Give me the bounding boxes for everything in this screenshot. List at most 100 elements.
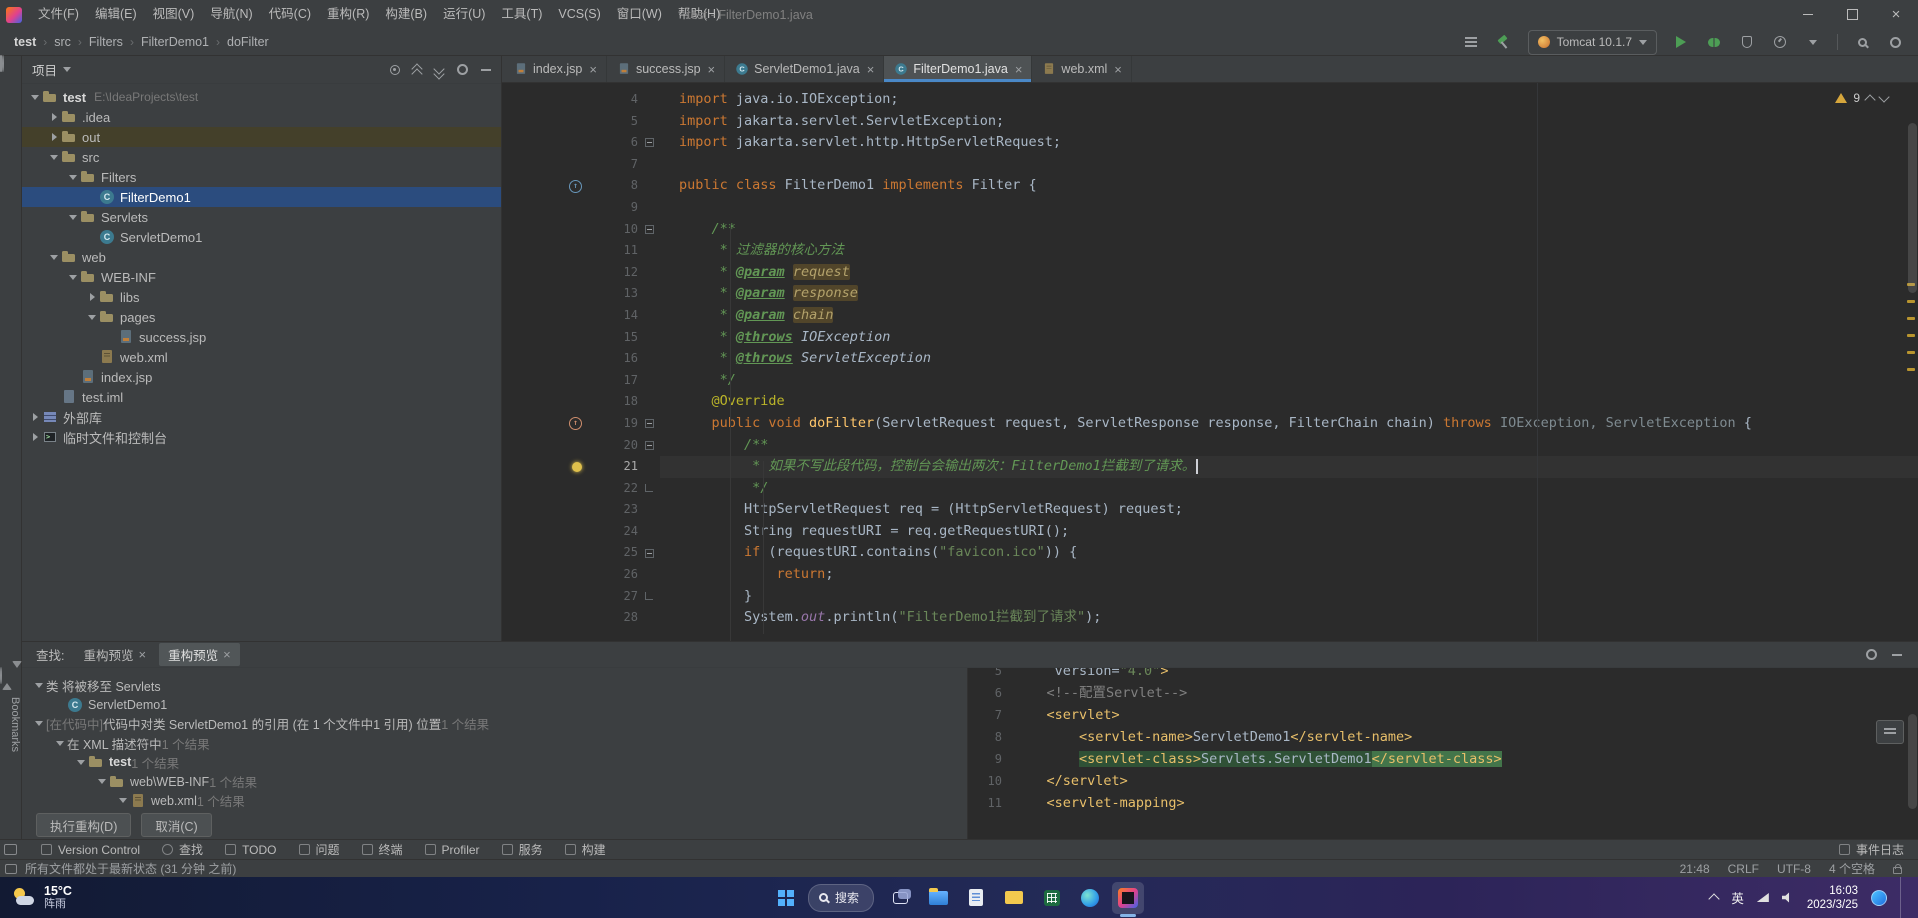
code-line[interactable]: 4import java.io.IOException; <box>502 89 1918 111</box>
refactoring-preview-tab[interactable]: 重构预览× <box>159 643 240 666</box>
arrow-up-icon[interactable] <box>2 668 12 690</box>
run-configuration-select[interactable]: Tomcat 10.1.7 <box>1528 30 1657 55</box>
toolwindow-button-build[interactable]: 构建 <box>565 841 606 858</box>
cancel-button[interactable]: 取消(C) <box>141 813 211 837</box>
chevron-expanded-icon[interactable] <box>69 175 77 180</box>
chevron-down-icon[interactable] <box>1878 91 1889 102</box>
code-line[interactable]: 23 HttpServletRequest req = (HttpServlet… <box>502 499 1918 521</box>
code-line[interactable]: 7 <box>502 154 1918 176</box>
project-tree-item[interactable]: libs <box>22 287 501 307</box>
breadcrumb-item[interactable]: src <box>54 35 71 49</box>
toolwindow-button-terminal[interactable]: 终端 <box>362 841 403 858</box>
editor-tab[interactable]: FilterDemo1.java× <box>884 56 1032 82</box>
code-line[interactable]: 10 /** <box>502 219 1918 241</box>
menu-item[interactable]: VCS(S) <box>550 0 608 29</box>
fold-collapse-icon[interactable] <box>645 138 654 147</box>
chevron-expanded-icon[interactable] <box>77 760 85 765</box>
fold-collapse-icon[interactable] <box>645 419 654 428</box>
menu-item[interactable]: 文件(F) <box>30 0 87 29</box>
project-tree-item[interactable]: Servlets <box>22 207 501 227</box>
toolwindow-button-problems[interactable]: 问题 <box>299 841 340 858</box>
usage-tree-item[interactable]: 在 XML 描述符中 1 个结果 <box>22 734 967 753</box>
menu-item[interactable]: 工具(T) <box>493 0 550 29</box>
locate-file-icon[interactable] <box>390 65 400 75</box>
preview-line[interactable]: 7 <servlet> <box>968 704 1918 726</box>
preview-line[interactable]: 11 <servlet-mapping> <box>968 792 1918 814</box>
project-tree-item[interactable]: ServletDemo1 <box>22 227 501 247</box>
chevron-collapsed-icon[interactable] <box>52 113 57 121</box>
toolwindow-button-version-control[interactable]: Version Control <box>41 843 140 857</box>
menu-item[interactable]: 帮助(H) <box>670 0 728 29</box>
code-line[interactable]: 13 * @param response <box>502 283 1918 305</box>
project-tree-item[interactable]: testE:\IdeaProjects\test <box>22 87 501 107</box>
code-line[interactable]: 18 @Override <box>502 391 1918 413</box>
close-button[interactable]: × <box>1874 0 1918 29</box>
warning-stripe-mark[interactable] <box>1907 351 1915 354</box>
project-tree-item[interactable]: 临时文件和控制台 <box>22 427 501 447</box>
chevron-expanded-icon[interactable] <box>35 721 43 726</box>
toolwindow-toggle-icon[interactable] <box>4 844 17 855</box>
usage-tree-item[interactable]: [在代码中] 代码中对类 ServletDemo1 的引用 (在 1 个文件中1… <box>22 714 967 733</box>
chevron-expanded-icon[interactable] <box>69 275 77 280</box>
settings-button[interactable] <box>1886 33 1904 51</box>
indent-widget[interactable]: 4 个空格 <box>1829 860 1875 877</box>
toolwindow-button-find[interactable]: 查找 <box>162 841 203 858</box>
maximize-button[interactable] <box>1830 0 1874 29</box>
project-tree-item[interactable]: .idea <box>22 107 501 127</box>
code-line[interactable]: 14 * @param chain <box>502 305 1918 327</box>
tab-close-icon[interactable]: × <box>1015 62 1023 77</box>
toolwindow-toggle-icon[interactable] <box>5 864 17 874</box>
hide-panel-icon[interactable] <box>481 69 491 71</box>
chevron-collapsed-icon[interactable] <box>33 433 38 441</box>
scrollbar-thumb[interactable] <box>1908 123 1917 293</box>
search-everywhere-button[interactable] <box>1853 33 1871 51</box>
code-line[interactable]: 25 if (requestURI.contains("favicon.ico"… <box>502 542 1918 564</box>
refactoring-preview-tab[interactable]: 重构预览× <box>74 643 155 666</box>
show-desktop-button[interactable] <box>1900 877 1904 918</box>
code-line[interactable]: 9 <box>502 197 1918 219</box>
open-in-editor-button[interactable] <box>1876 720 1904 744</box>
updates-button[interactable] <box>1462 33 1480 51</box>
editor-tab[interactable]: success.jsp× <box>607 56 725 82</box>
usage-tree-item[interactable]: test 1 个结果 <box>22 753 967 772</box>
code-line[interactable]: 26 return; <box>502 564 1918 586</box>
menu-item[interactable]: 构建(B) <box>377 0 435 29</box>
debug-button[interactable] <box>1705 33 1723 51</box>
chevron-collapsed-icon[interactable] <box>33 413 38 421</box>
code-line[interactable]: 8public class FilterDemo1 implements Fil… <box>502 175 1918 197</box>
overriding-marker-icon[interactable] <box>569 417 582 430</box>
project-tree-item[interactable]: Filters <box>22 167 501 187</box>
chevron-expanded-icon[interactable] <box>56 741 64 746</box>
task-view-taskbar-button[interactable] <box>884 882 916 914</box>
preview-line[interactable]: 6 <!--配置Servlet--> <box>968 682 1918 704</box>
project-tree-item[interactable]: web.xml <box>22 347 501 367</box>
chevron-expanded-icon[interactable] <box>35 683 43 688</box>
gear-icon[interactable] <box>1866 649 1877 660</box>
chevron-expanded-icon[interactable] <box>119 798 127 803</box>
warning-stripe-mark[interactable] <box>1907 334 1915 337</box>
preview-line[interactable]: 9 <servlet-class>Servlets.ServletDemo1</… <box>968 748 1918 770</box>
intellij-taskbar-button[interactable] <box>1112 882 1144 914</box>
menu-item[interactable]: 窗口(W) <box>609 0 670 29</box>
breadcrumb-item[interactable]: Filters <box>89 35 123 49</box>
hidden-icons-chevron[interactable] <box>1709 893 1720 904</box>
fold-collapse-icon[interactable] <box>645 549 654 558</box>
warning-stripe-mark[interactable] <box>1907 368 1915 371</box>
tab-close-icon[interactable]: × <box>1114 62 1122 77</box>
code-line[interactable]: 27 } <box>502 586 1918 608</box>
project-tree-item[interactable]: WEB-INF <box>22 267 501 287</box>
toolwindow-button-todo[interactable]: TODO <box>225 843 276 857</box>
inspections-widget[interactable]: 9 <box>1835 91 1888 105</box>
scrollbar-thumb[interactable] <box>1908 714 1917 809</box>
app-1-taskbar-button[interactable] <box>960 882 992 914</box>
chevron-collapsed-icon[interactable] <box>90 293 95 301</box>
tab-close-icon[interactable]: × <box>708 62 716 77</box>
file-explorer-taskbar-button[interactable] <box>922 882 954 914</box>
fold-collapse-icon[interactable] <box>645 441 654 450</box>
menu-item[interactable]: 编辑(E) <box>87 0 145 29</box>
tab-close-icon[interactable]: × <box>589 62 597 77</box>
tab-close-icon[interactable]: × <box>867 62 875 77</box>
tab-close-icon[interactable]: × <box>223 647 231 662</box>
usage-tree-item[interactable]: web.xml 1 个结果 <box>22 791 967 810</box>
run-button[interactable] <box>1672 33 1690 51</box>
